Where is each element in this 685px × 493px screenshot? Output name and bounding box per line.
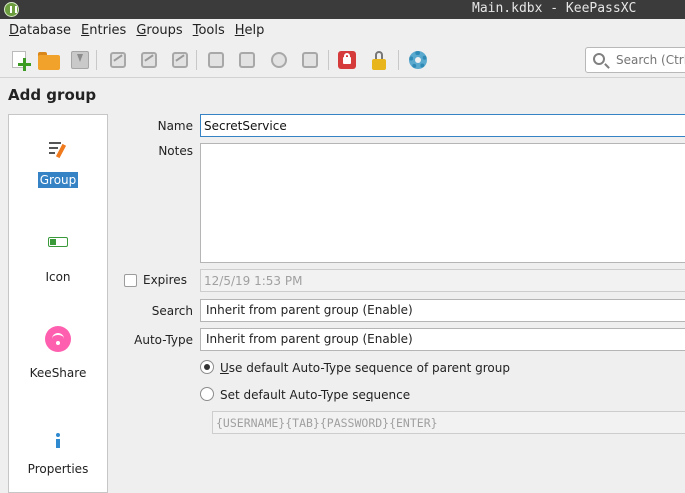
category-label: KeeShare bbox=[29, 366, 87, 380]
search-field[interactable] bbox=[585, 47, 685, 73]
category-label: Properties bbox=[27, 462, 89, 476]
custom-sequence-radio[interactable] bbox=[200, 387, 214, 401]
notes-label: Notes bbox=[158, 144, 193, 158]
expires-datetime-input[interactable] bbox=[200, 269, 685, 292]
menu-tools[interactable]: Tools bbox=[188, 23, 230, 38]
perform-autotype-icon[interactable] bbox=[298, 48, 322, 72]
add-entry-icon[interactable] bbox=[106, 48, 130, 72]
search-combo[interactable]: Inherit from parent group (Enable) bbox=[200, 299, 685, 322]
wifi-share-icon bbox=[45, 326, 71, 352]
settings-icon[interactable] bbox=[406, 48, 430, 72]
keepassxc-logo-icon bbox=[4, 2, 19, 17]
edit-entry-icon[interactable] bbox=[137, 48, 161, 72]
toolbar-separator bbox=[96, 50, 97, 70]
page-title: Add group bbox=[8, 86, 97, 104]
toolbar-separator bbox=[398, 50, 399, 70]
menu-groups[interactable]: Groups bbox=[131, 23, 187, 38]
category-label: Icon bbox=[45, 270, 71, 284]
main-toolbar bbox=[0, 42, 685, 78]
password-generator-icon[interactable] bbox=[335, 48, 359, 72]
menu-bar: Database Entries Groups Tools Help bbox=[0, 19, 685, 42]
name-input[interactable] bbox=[200, 114, 685, 137]
name-label: Name bbox=[157, 119, 193, 133]
copy-url-icon[interactable] bbox=[267, 48, 291, 72]
delete-entry-icon[interactable] bbox=[168, 48, 192, 72]
category-list: Group Icon KeeShare Properties bbox=[8, 114, 108, 493]
category-icon[interactable]: Icon bbox=[9, 227, 107, 323]
category-properties[interactable]: Properties bbox=[9, 419, 107, 493]
info-icon bbox=[47, 431, 69, 453]
category-keeshare[interactable]: KeeShare bbox=[9, 323, 107, 419]
toolbar-separator bbox=[328, 50, 329, 70]
category-label: Group bbox=[37, 172, 79, 188]
search-label: Search bbox=[151, 304, 193, 318]
window-titlebar: Main.kdbx - KeePassXC bbox=[0, 0, 685, 19]
window-title: Main.kdbx - KeePassXC bbox=[472, 1, 637, 16]
save-database-icon[interactable] bbox=[68, 48, 92, 72]
copy-username-icon[interactable] bbox=[204, 48, 228, 72]
open-database-icon[interactable] bbox=[37, 48, 61, 72]
toolbar-separator bbox=[196, 50, 197, 70]
category-group[interactable]: Group bbox=[9, 133, 107, 229]
custom-sequence-label[interactable]: Set default Auto-Type sequence bbox=[220, 388, 410, 402]
autotype-combo[interactable]: Inherit from parent group (Enable) bbox=[200, 328, 685, 351]
copy-password-icon[interactable] bbox=[235, 48, 259, 72]
search-input[interactable] bbox=[616, 51, 685, 69]
autotype-label: Auto-Type bbox=[134, 333, 193, 347]
autotype-sequence-input[interactable] bbox=[212, 411, 685, 434]
inherit-sequence-label[interactable]: Use default Auto-Type sequence of parent… bbox=[220, 361, 510, 375]
new-database-icon[interactable] bbox=[10, 48, 34, 72]
expires-checkbox[interactable] bbox=[124, 274, 137, 287]
inherit-sequence-radio[interactable] bbox=[200, 360, 214, 374]
notes-textarea[interactable] bbox=[200, 143, 685, 263]
menu-help[interactable]: Help bbox=[230, 23, 270, 38]
menu-entries[interactable]: Entries bbox=[76, 23, 131, 38]
expires-label[interactable]: Expires bbox=[143, 273, 187, 287]
battery-icon bbox=[47, 231, 69, 253]
menu-database[interactable]: Database bbox=[4, 23, 76, 38]
edit-icon bbox=[47, 138, 69, 160]
lock-database-icon[interactable] bbox=[367, 48, 391, 72]
search-icon bbox=[593, 53, 605, 65]
